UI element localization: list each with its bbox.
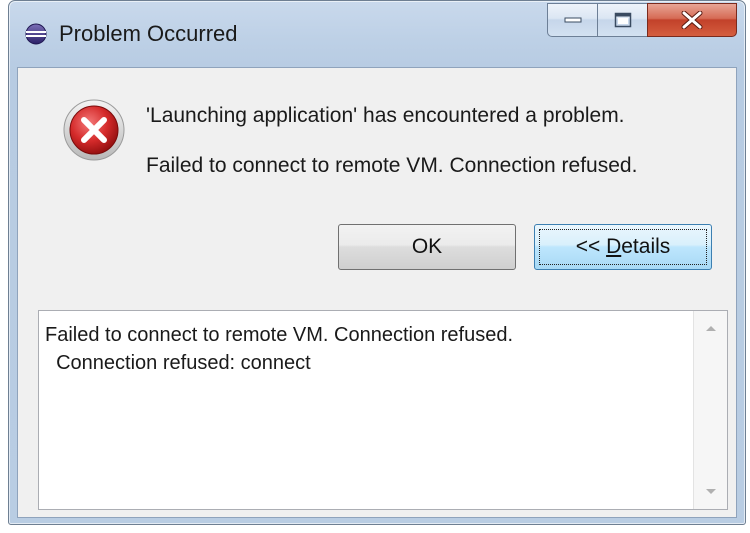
details-line-1: Failed to connect to remote VM. Connecti…	[45, 324, 514, 346]
details-line-2: Connection refused: connect	[45, 352, 311, 374]
minimize-button[interactable]	[547, 3, 597, 37]
details-textarea[interactable]: Failed to connect to remote VM. Connecti…	[38, 310, 728, 510]
minimize-icon	[564, 17, 581, 23]
close-icon	[681, 11, 703, 29]
problem-message: 'Launching application' has encountered …	[146, 104, 625, 127]
ok-button[interactable]: OK	[338, 224, 516, 270]
maximize-icon	[614, 12, 631, 28]
error-reason: Failed to connect to remote VM. Connecti…	[146, 154, 638, 177]
details-button[interactable]: << Details	[534, 224, 712, 270]
scroll-up-button[interactable]	[694, 311, 727, 345]
window-title: Problem Occurred	[59, 21, 238, 46]
dialog-window: Problem Occurred 'Launching application'…	[8, 0, 746, 525]
title-bar[interactable]: Problem Occurred	[9, 1, 745, 67]
details-prefix: <<	[575, 235, 607, 258]
close-button[interactable]	[647, 3, 737, 37]
details-text: Failed to connect to remote VM. Connecti…	[45, 321, 513, 377]
ok-button-label: OK	[411, 235, 443, 258]
error-icon	[62, 98, 126, 162]
caption-buttons	[547, 3, 737, 39]
eclipse-icon	[25, 23, 47, 45]
dialog-body: 'Launching application' has encountered …	[17, 67, 737, 518]
maximize-button[interactable]	[597, 3, 647, 37]
details-rest: etails	[621, 235, 671, 258]
scroll-down-button[interactable]	[694, 475, 727, 509]
vertical-scrollbar[interactable]	[693, 311, 727, 509]
details-mnemonic: D	[606, 235, 622, 258]
chevron-down-icon	[705, 489, 716, 494]
chevron-up-icon	[705, 326, 716, 331]
